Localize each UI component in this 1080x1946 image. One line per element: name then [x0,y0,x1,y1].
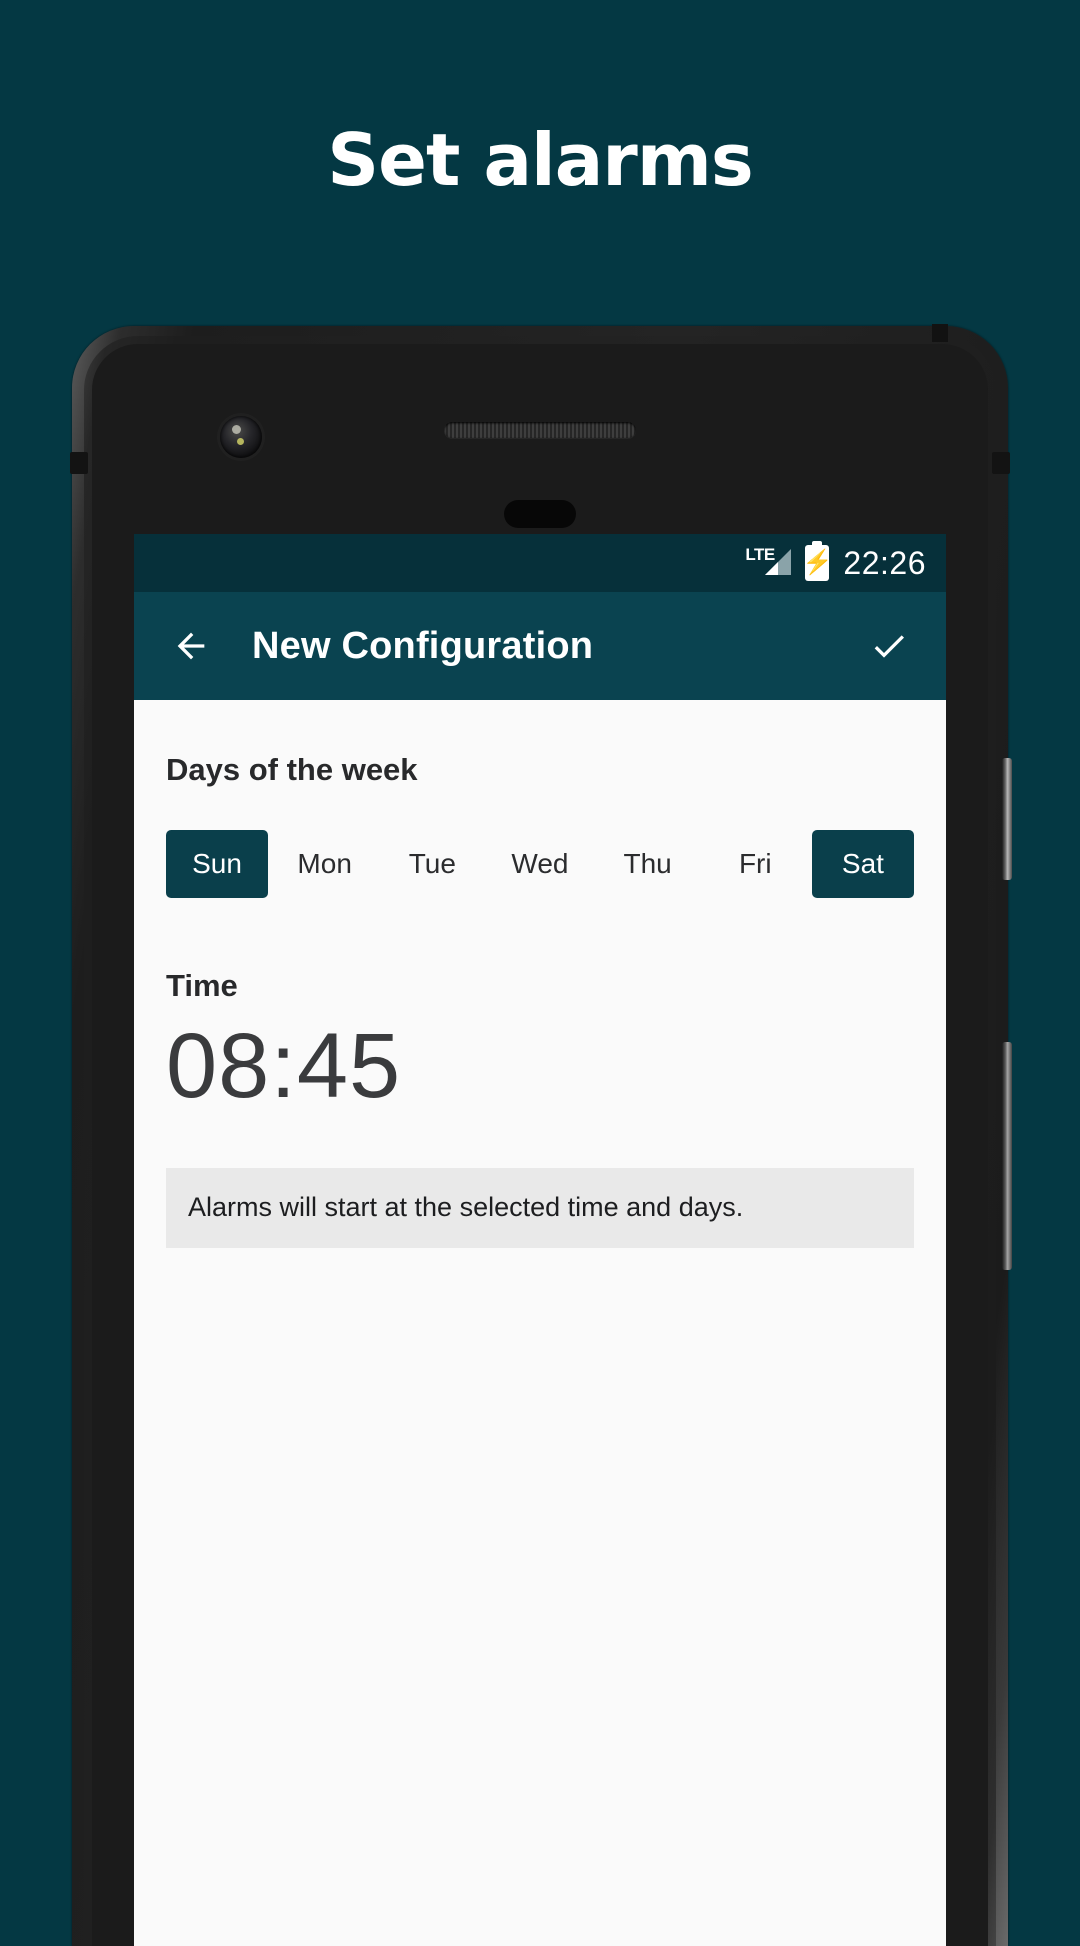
volume-rocker[interactable] [1002,1042,1012,1270]
day-chip-label: Fri [738,848,772,879]
proximity-sensor-icon [504,500,576,528]
day-chip-label: Tue [408,848,456,879]
time-label: Time [166,968,238,1003]
day-chip-fri[interactable]: Fri [704,830,806,898]
front-camera-icon [220,416,262,458]
earpiece-speaker-icon [444,422,636,438]
phone-face: LTE ⚡ 22:26 New Configuration Days of th… [92,344,988,1946]
day-chip-label: Sat [841,848,884,879]
phone-screen: LTE ⚡ 22:26 New Configuration Days of th… [134,534,946,1946]
back-button[interactable] [164,619,218,673]
days-of-week-label: Days of the week [166,752,418,787]
time-value[interactable]: 08:45 [166,1014,914,1120]
day-chip-sat[interactable]: Sat [811,830,914,898]
app-bar: New Configuration [134,592,946,700]
status-bar-clock: 22:26 [843,544,926,581]
save-button[interactable] [862,619,916,673]
day-chip-label: Wed [511,848,569,879]
check-icon [874,635,904,658]
battery-charging-icon: ⚡ [802,545,833,581]
day-chip-wed[interactable]: Wed [489,830,591,898]
page-title: Set alarms [327,118,753,202]
app-bar-title: New Configuration [252,624,594,667]
days-of-week-chip-group: Sun Mon Tue Wed Thu Fri Sat [166,830,914,898]
day-chip-mon[interactable]: Mon [274,830,376,898]
day-chip-sun[interactable]: Sun [166,830,268,898]
antenna-band-top [932,324,948,342]
power-button[interactable] [1002,758,1012,880]
info-banner-text: Alarms will start at the selected time a… [188,1192,744,1223]
screen-content: Days of the week Sun Mon Tue Wed Thu Fri… [134,700,946,1946]
day-chip-tue[interactable]: Tue [381,830,483,898]
day-chip-label: Thu [623,848,672,879]
day-chip-label: Sun [192,848,242,879]
info-banner: Alarms will start at the selected time a… [166,1167,914,1248]
antenna-band-right [992,452,1010,474]
signal-bars-icon: LTE [745,545,792,580]
status-bar: LTE ⚡ 22:26 [134,534,946,592]
charging-bolt-glyph: ⚡ [802,549,833,576]
arrow-left-icon [177,632,205,660]
signal-bars-glyph [761,547,792,577]
day-chip-thu[interactable]: Thu [597,830,699,898]
day-chip-label: Mon [297,848,352,879]
phone-device: LTE ⚡ 22:26 New Configuration Days of th… [70,324,1012,1946]
antenna-band-left [70,452,88,474]
